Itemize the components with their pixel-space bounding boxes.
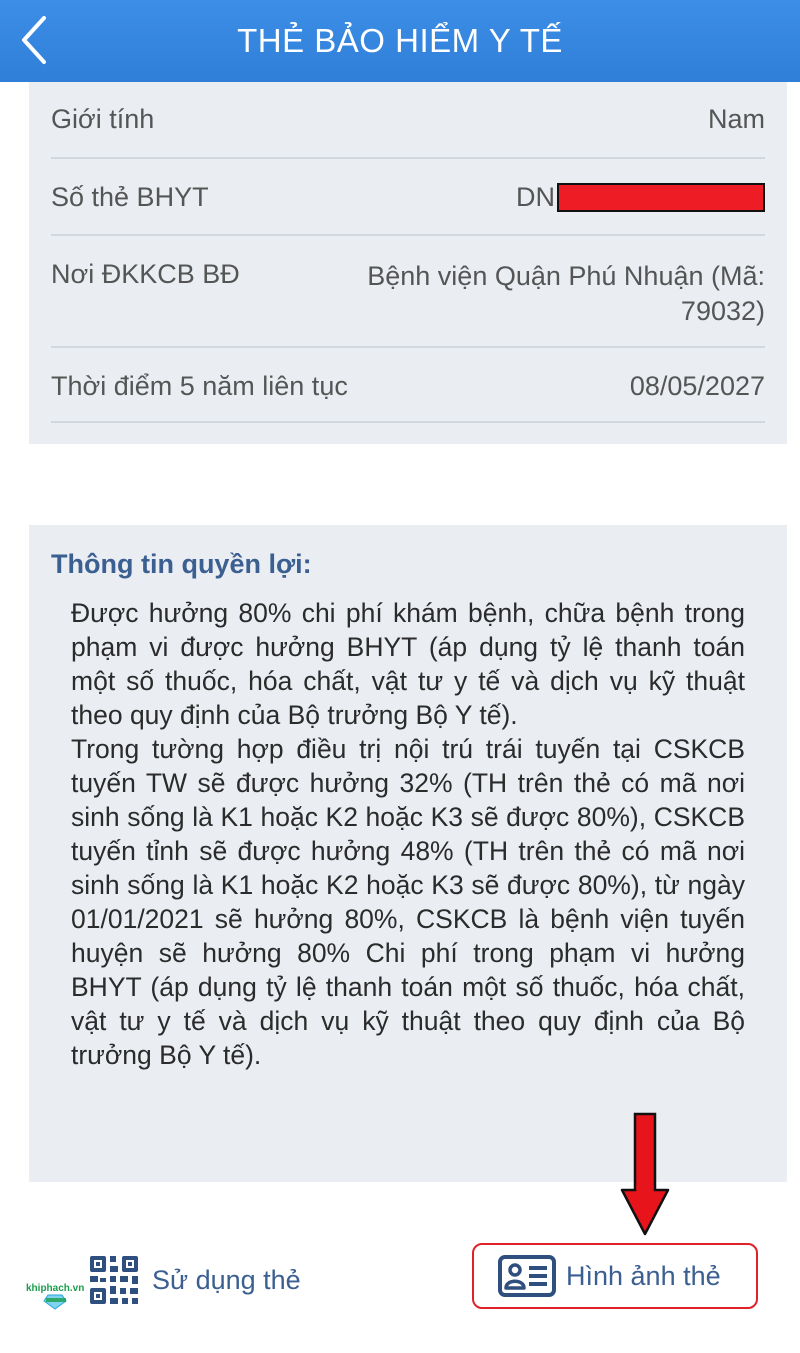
card-number-row: Số thẻ BHYT DN xyxy=(51,159,765,236)
back-button[interactable] xyxy=(14,12,58,68)
use-card-label: Sử dụng thẻ xyxy=(152,1264,301,1295)
watermark-text: khiphach.vn xyxy=(26,1283,84,1294)
registered-place-row: Nơi ĐKKCB BĐ Bệnh viện Quận Phú Nhuận (M… xyxy=(51,236,765,348)
card-image-button[interactable]: Hình ảnh thẻ xyxy=(472,1243,758,1309)
card-number-label: Số thẻ BHYT xyxy=(51,182,209,212)
app-header: THẺ BẢO HIỂM Y TẾ xyxy=(0,0,800,82)
redaction-box xyxy=(557,183,765,212)
page-title: THẺ BẢO HIỂM Y TẾ xyxy=(237,22,563,59)
gender-value: Nam xyxy=(707,104,765,134)
registered-place-value: Bệnh viện Quận Phú Nhuận (Mã: 79032) xyxy=(367,261,765,326)
insurance-info-card: Giới tính Nam Số thẻ BHYT DN Nơi ĐKKCB B… xyxy=(29,82,787,444)
five-year-row: Thời điểm 5 năm liên tục 08/05/2027 xyxy=(51,348,765,423)
gender-row: Giới tính Nam xyxy=(51,82,765,159)
benefits-paragraph-2: Trong tường hợp điều trị nội trú trái tu… xyxy=(71,734,745,1070)
use-card-button[interactable]: Sử dụng thẻ xyxy=(88,1254,301,1306)
benefits-body: Được hưởng 80% chi phí khám bệnh, chữa b… xyxy=(71,596,745,1072)
benefits-paragraph-1: Được hưởng 80% chi phí khám bệnh, chữa b… xyxy=(71,598,745,730)
five-year-label: Thời điểm 5 năm liên tục xyxy=(51,371,348,401)
qr-code-icon xyxy=(90,1256,138,1304)
benefits-card: Thông tin quyền lợi: Được hưởng 80% chi … xyxy=(29,525,787,1182)
five-year-value: 08/05/2027 xyxy=(629,371,765,401)
back-chevron-icon xyxy=(22,16,46,64)
card-number-prefix: DN xyxy=(516,182,555,212)
down-arrow-annotation xyxy=(620,1112,670,1236)
benefits-title: Thông tin quyền lợi: xyxy=(51,549,312,579)
card-number-value: DN xyxy=(516,182,765,213)
registered-place-label: Nơi ĐKKCB BĐ xyxy=(51,259,240,289)
watermark-logo: khiphach.vn xyxy=(26,1283,84,1310)
card-image-label: Hình ảnh thẻ xyxy=(566,1260,721,1291)
gender-label: Giới tính xyxy=(51,104,155,134)
id-card-icon xyxy=(498,1255,556,1297)
